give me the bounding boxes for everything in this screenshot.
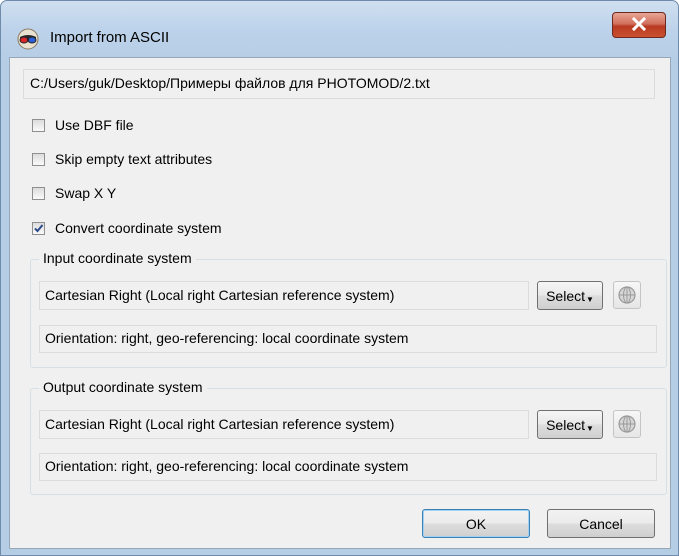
use-dbf-label: Use DBF file — [55, 117, 134, 133]
output-cs-select-button[interactable]: Select ▼ — [537, 410, 603, 439]
convert-cs-checkbox[interactable] — [32, 221, 45, 235]
input-cs-select-label: Select — [546, 287, 585, 304]
dialog-body: C:/Users/guk/Desktop/Примеры файлов для … — [9, 57, 671, 549]
window-title: Import from ASCII — [50, 29, 170, 46]
checkmark-icon — [34, 223, 44, 232]
skip-empty-checkbox[interactable] — [32, 152, 45, 166]
input-cs-field[interactable]: Cartesian Right (Local right Cartesian r… — [39, 281, 529, 310]
input-cs-info: Orientation: right, geo-referencing: loc… — [39, 325, 657, 353]
output-cs-group-title: Output coordinate system — [39, 379, 207, 395]
cancel-button-label: Cancel — [579, 515, 623, 532]
dropdown-arrow-icon: ▼ — [586, 295, 594, 304]
ok-button[interactable]: OK — [422, 509, 530, 538]
swap-xy-checkbox[interactable] — [32, 186, 45, 200]
output-cs-info: Orientation: right, geo-referencing: loc… — [39, 453, 657, 481]
output-cs-select-label: Select — [546, 416, 585, 433]
input-cs-group: Input coordinate system Cartesian Right … — [30, 250, 667, 368]
skip-empty-label: Skip empty text attributes — [55, 151, 213, 167]
file-path-field[interactable]: C:/Users/guk/Desktop/Примеры файлов для … — [23, 69, 655, 99]
convert-cs-label: Convert coordinate system — [55, 220, 222, 236]
input-cs-select-button[interactable]: Select ▼ — [537, 281, 603, 310]
use-dbf-option[interactable]: Use DBF file — [32, 115, 134, 135]
output-cs-globe-button[interactable] — [613, 410, 641, 438]
cancel-button[interactable]: Cancel — [547, 509, 655, 538]
input-cs-globe-button[interactable] — [613, 281, 641, 309]
convert-cs-option[interactable]: Convert coordinate system — [32, 218, 222, 238]
input-cs-group-title: Input coordinate system — [39, 250, 196, 266]
swap-xy-label: Swap X Y — [55, 185, 117, 201]
globe-icon — [618, 286, 636, 304]
skip-empty-option[interactable]: Skip empty text attributes — [32, 149, 212, 169]
ok-button-label: OK — [465, 515, 487, 532]
use-dbf-checkbox[interactable] — [32, 118, 45, 132]
globe-icon — [618, 415, 636, 433]
output-cs-field[interactable]: Cartesian Right (Local right Cartesian r… — [39, 410, 529, 439]
app-glasses-icon — [17, 28, 39, 50]
output-cs-group: Output coordinate system Cartesian Right… — [30, 379, 667, 495]
dropdown-arrow-icon: ▼ — [586, 424, 594, 433]
swap-xy-option[interactable]: Swap X Y — [32, 183, 116, 203]
import-dialog-window: Import from ASCII C:/Users/guk/Desktop/П… — [0, 0, 679, 556]
close-button[interactable] — [612, 12, 666, 38]
title-bar[interactable]: Import from ASCII — [1, 1, 678, 57]
close-icon — [631, 16, 647, 34]
